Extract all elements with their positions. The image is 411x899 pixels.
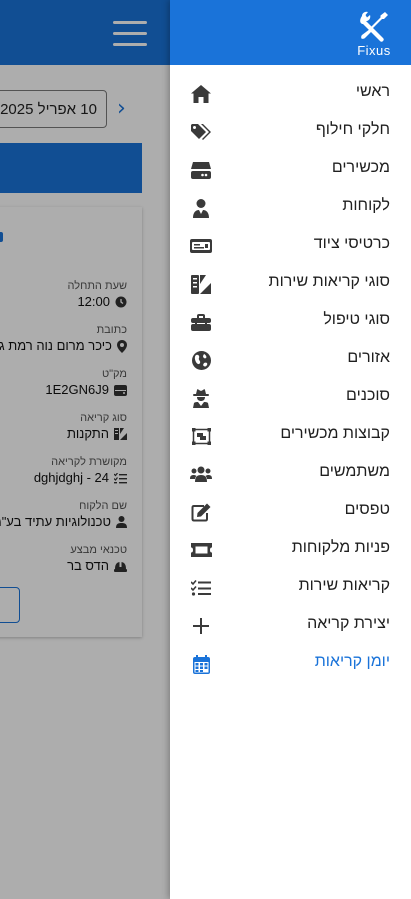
- ticket-icon: [190, 540, 212, 560]
- drawer-header: Fixus: [170, 0, 411, 65]
- call-types-icon: [190, 274, 212, 294]
- tasks-icon: [190, 578, 212, 598]
- menu-item-treatment-types[interactable]: סוגי טיפול: [170, 303, 411, 341]
- tags-icon: [190, 122, 212, 142]
- toolbox-icon: [190, 312, 212, 332]
- menu-item-label: סוכנים: [346, 387, 390, 404]
- menu-item-label: מכשירים: [331, 159, 390, 176]
- app-logo[interactable]: Fixus: [348, 8, 400, 60]
- menu-item-device-groups[interactable]: קבוצות מכשירים: [170, 417, 411, 455]
- navigation-drawer: Fixus ראשי חלקי חילוף מכשירים לקוחות כרט…: [170, 0, 411, 899]
- menu-item-label: אזורים: [347, 349, 390, 366]
- menu-item-label: לקוחות: [342, 197, 390, 214]
- menu-item-spare-parts[interactable]: חלקי חילוף: [170, 113, 411, 151]
- card-icon: [190, 236, 212, 256]
- object-group-icon: [190, 426, 212, 446]
- menu-item-label: יצירת קריאה: [307, 615, 390, 632]
- calendar-icon: [190, 654, 212, 674]
- menu-item-label: סוגי קריאות שירות: [268, 273, 390, 290]
- hdd-icon: [190, 160, 212, 180]
- menu-item-label: קריאות שירות: [298, 577, 390, 594]
- agent-icon: [190, 388, 212, 408]
- menu-item-calls-calendar[interactable]: יומן קריאות: [170, 645, 411, 683]
- menu-item-label: משתמשים: [319, 463, 390, 480]
- menu-item-forms[interactable]: טפסים: [170, 493, 411, 531]
- menu-item-label: יומן קריאות: [314, 653, 390, 670]
- menu-item-customers[interactable]: לקוחות: [170, 189, 411, 227]
- menu-item-label: חלקי חילוף: [315, 121, 390, 138]
- globe-icon: [190, 350, 212, 370]
- drawer-menu: ראשי חלקי חילוף מכשירים לקוחות כרטיסי צי: [170, 75, 411, 683]
- menu-item-service-call-types[interactable]: סוגי קריאות שירות: [170, 265, 411, 303]
- menu-item-devices[interactable]: מכשירים: [170, 151, 411, 189]
- menu-item-create-call[interactable]: יצירת קריאה: [170, 607, 411, 645]
- menu-item-service-calls[interactable]: קריאות שירות: [170, 569, 411, 607]
- menu-item-label: פניות מלקוחות: [291, 539, 390, 556]
- users-icon: [190, 464, 212, 484]
- plus-icon: [190, 616, 212, 636]
- menu-item-label: ראשי: [355, 83, 390, 100]
- menu-item-users[interactable]: משתמשים: [170, 455, 411, 493]
- edit-icon: [190, 502, 212, 522]
- menu-item-equipment-cards[interactable]: כרטיסי ציוד: [170, 227, 411, 265]
- wrench-screwdriver-icon: [360, 11, 388, 42]
- user-tie-icon: [190, 198, 212, 218]
- menu-item-agents[interactable]: סוכנים: [170, 379, 411, 417]
- menu-item-home[interactable]: ראשי: [170, 75, 411, 113]
- menu-item-label: טפסים: [344, 501, 390, 518]
- menu-item-label: קבוצות מכשירים: [280, 425, 390, 442]
- app-logo-text: Fixus: [357, 43, 391, 58]
- menu-item-label: כרטיסי ציוד: [313, 235, 390, 252]
- menu-item-regions[interactable]: אזורים: [170, 341, 411, 379]
- menu-item-label: סוגי טיפול: [323, 311, 390, 328]
- home-icon: [190, 84, 212, 104]
- menu-item-customer-requests[interactable]: פניות מלקוחות: [170, 531, 411, 569]
